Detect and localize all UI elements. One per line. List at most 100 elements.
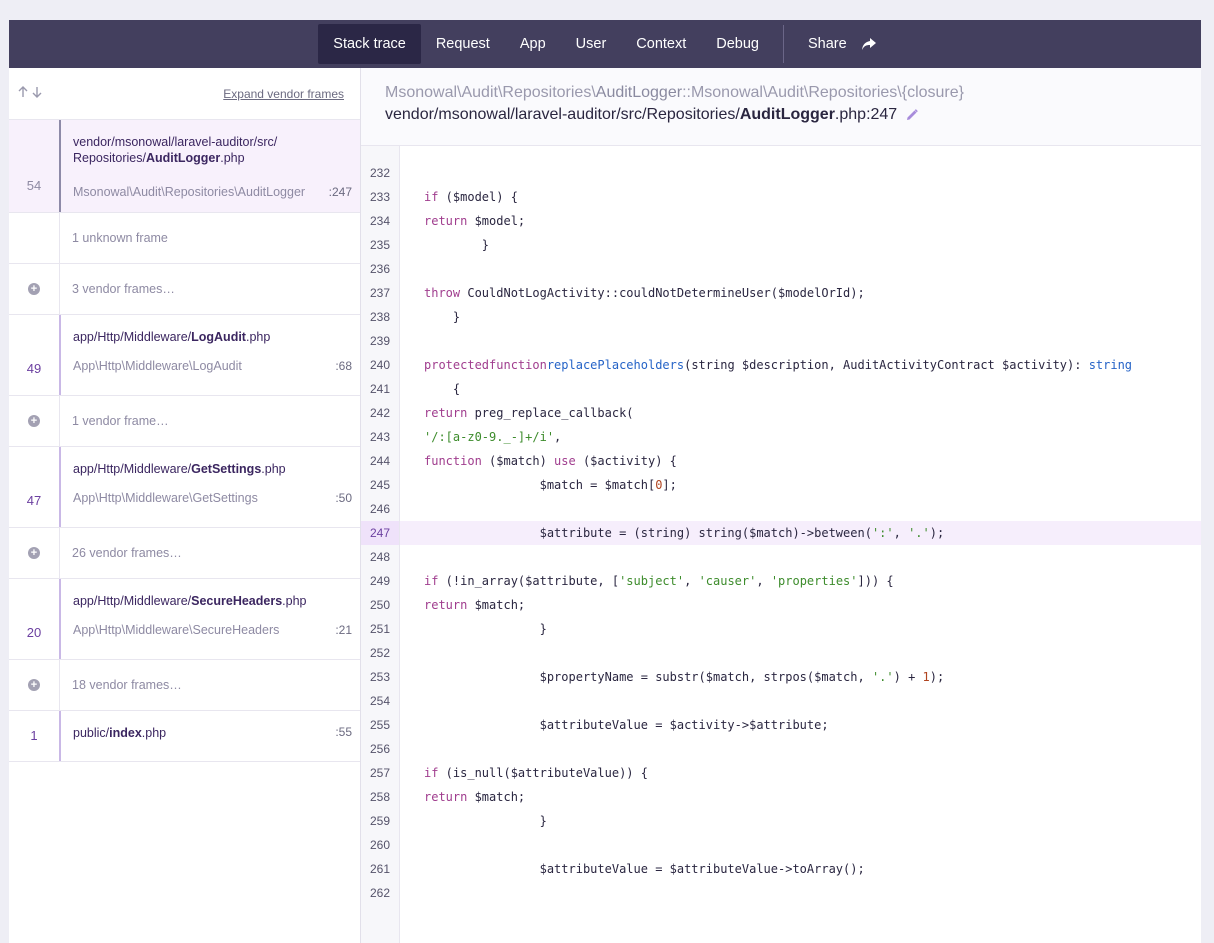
frame-path: vendor/msonowal/laravel-auditor/src/Repo…: [73, 134, 352, 166]
code-line: '/:[a-z0-9._-]+/i',: [424, 430, 562, 444]
frame-class-name: Msonowal\Audit\Repositories\AuditLogger: [73, 185, 306, 199]
file-name: AuditLogger: [739, 106, 835, 123]
collapsed-frames-row[interactable]: +1 vendor frame…: [9, 396, 360, 447]
stack-frame-row[interactable]: 20 app/Http/Middleware/SecureHeaders.php A…: [9, 579, 360, 660]
arrow-down-icon[interactable]: [31, 85, 43, 103]
expand-plus-icon[interactable]: +: [28, 547, 40, 559]
code-line: }: [424, 238, 490, 252]
frame-details: app/Http/Middleware/LogAudit.php App\Http…: [59, 315, 360, 395]
frame-line-number: :55: [335, 725, 352, 739]
tab-app[interactable]: App: [505, 24, 561, 64]
expand-plus-icon[interactable]: +: [28, 679, 40, 691]
code-line: return $match;: [424, 598, 526, 612]
frame-file-ext: .php: [261, 462, 286, 476]
collapsed-frames-label: 26 vendor frames…: [72, 546, 182, 560]
frame-details: app/Http/Middleware/GetSettings.php App\H…: [59, 447, 360, 527]
line-number: 254: [369, 694, 391, 708]
line-number: 249: [369, 574, 391, 588]
stack-frame-row[interactable]: 47 app/Http/Middleware/GetSettings.php App…: [9, 447, 360, 528]
frame-file-name: LogAudit: [191, 330, 246, 344]
collapsed-frames-row[interactable]: +26 vendor frames…: [9, 528, 360, 579]
class-method: ::Msonowal\Audit\Repositories\{closure}: [682, 84, 964, 101]
frame-class-name: App\Http\Middleware\LogAudit: [73, 359, 242, 373]
frame-file-ext: .php: [282, 594, 307, 608]
edit-pencil-icon[interactable]: [905, 108, 919, 122]
code-line: }: [424, 310, 461, 324]
code-line: function ($match) use ($activity) {: [424, 454, 677, 468]
frame-gutter: +: [9, 396, 60, 446]
frame-file-ext: .php: [141, 726, 167, 740]
frame-path-dir: vendor/msonowal/laravel-auditor/src/: [73, 135, 278, 149]
tab-context[interactable]: Context: [621, 24, 701, 64]
line-number: 241: [369, 382, 391, 396]
line-number: 248: [369, 550, 391, 564]
expand-plus-icon[interactable]: +: [28, 283, 40, 295]
frame-line-number: :68: [335, 359, 352, 373]
collapsed-frames-row[interactable]: 1 unknown frame: [9, 213, 360, 264]
frame-number: 47: [26, 493, 42, 508]
share-button[interactable]: Share: [793, 24, 892, 64]
expand-plus-icon[interactable]: +: [28, 415, 40, 427]
frame-class-name: App\Http\Middleware\SecureHeaders: [73, 623, 280, 637]
line-number: 261: [369, 862, 391, 876]
frame-number: 20: [26, 625, 42, 640]
line-number: 243: [369, 430, 391, 444]
line-number: 234: [369, 214, 391, 228]
stack-frame-row[interactable]: 49 app/Http/Middleware/LogAudit.php App\Ht…: [9, 315, 360, 396]
collapsed-frames-label: 1 unknown frame: [72, 231, 168, 245]
tab-stack-trace[interactable]: Stack trace: [318, 24, 421, 64]
line-number: 251: [369, 622, 391, 636]
frame-line-number: :247: [328, 185, 352, 199]
class-name: AuditLogger: [595, 84, 683, 101]
frame-details: public/index.php:55: [59, 711, 360, 761]
arrow-up-icon[interactable]: [17, 85, 29, 103]
frame-class-line: Msonowal\Audit\Repositories\AuditLogger:…: [73, 185, 352, 199]
line-number: 232: [369, 166, 391, 180]
line-number: 233: [369, 190, 391, 204]
frame-gutter: +: [9, 660, 60, 710]
frame-file-name: AuditLogger: [145, 151, 221, 165]
line-number: 245: [369, 478, 391, 492]
code-line: $attributeValue = $activity->$attribute;: [424, 718, 829, 732]
code-line: {: [424, 382, 461, 396]
code-line: if ($model) {: [424, 190, 518, 204]
stack-frame-row[interactable]: 1 public/index.php:55: [9, 711, 360, 762]
tab-user[interactable]: User: [561, 24, 622, 64]
frame-path: app/Http/Middleware/GetSettings.php: [73, 461, 352, 477]
file-line: .php:247: [834, 106, 898, 123]
tab-debug[interactable]: Debug: [701, 24, 774, 64]
code-line: if (is_null($attributeValue)) {: [424, 766, 648, 780]
frame-gutter: [9, 213, 60, 263]
frame-file-name: GetSettings: [191, 462, 262, 476]
tab-request[interactable]: Request: [421, 24, 505, 64]
frame-line-number: :21: [335, 623, 352, 637]
frame-path-dir: app/Http/Middleware/: [73, 330, 192, 344]
frame-class: Msonowal\Audit\Repositories\AuditLogger:…: [385, 84, 1201, 102]
collapsed-frames-label: 1 vendor frame…: [72, 414, 169, 428]
expand-vendor-frames-link[interactable]: Expand vendor frames: [223, 87, 344, 101]
frame-number: 54: [26, 178, 42, 193]
frame-class-name: App\Http\Middleware\GetSettings: [73, 491, 258, 505]
frame-path: app/Http/Middleware/SecureHeaders.php: [73, 593, 352, 609]
frame-path-dir: app/Http/Middleware/: [73, 594, 192, 608]
line-number: 235: [369, 238, 391, 252]
stack-frame-row[interactable]: 54 vendor/msonowal/laravel-auditor/src/Re…: [9, 120, 360, 213]
stack-frames-sidebar: Expand vendor frames 54 vendor/msonowal/l…: [9, 68, 361, 943]
frame-file-name: index: [109, 726, 142, 740]
code-viewer: Msonowal\Audit\Repositories\AuditLogger:…: [361, 68, 1201, 943]
line-number: 256: [369, 742, 391, 756]
line-number: 242: [369, 406, 391, 420]
line-number: 247: [361, 521, 399, 545]
line-number: 244: [369, 454, 391, 468]
line-number: 237: [369, 286, 391, 300]
collapsed-frames-row[interactable]: +18 vendor frames…: [9, 660, 360, 711]
top-nav: Stack trace Request App User Context Deb…: [9, 20, 1201, 68]
collapsed-frames-row[interactable]: +3 vendor frames…: [9, 264, 360, 315]
line-number: 240: [369, 358, 391, 372]
